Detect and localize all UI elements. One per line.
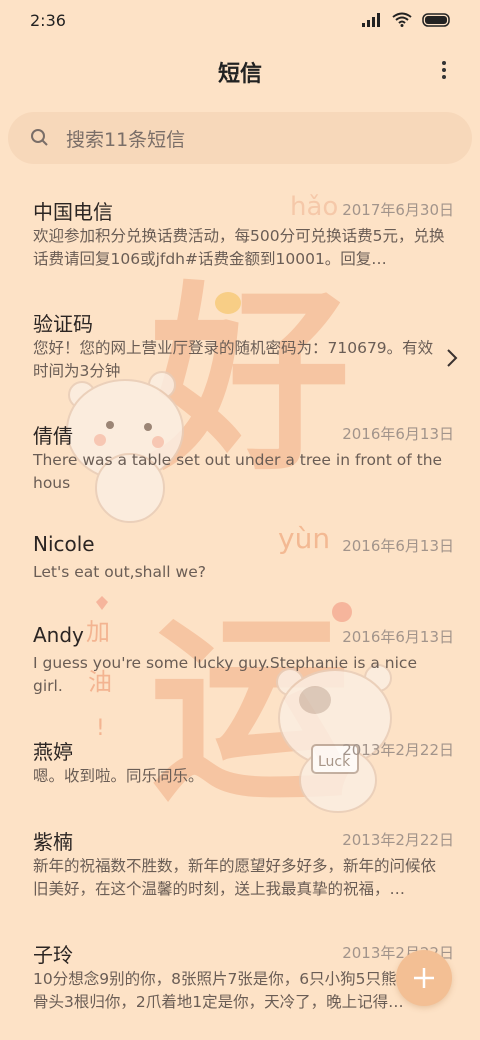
conversation-sender: 倩倩 bbox=[33, 424, 73, 448]
conversation-date: 2013年2月22日 bbox=[342, 741, 454, 759]
conversation-item[interactable]: 中国电信 2017年6月30日 欢迎参加积分兑换话费活动，每500分可兑换话费5… bbox=[0, 178, 480, 288]
conversation-date: 2016年6月13日 bbox=[342, 425, 454, 443]
search-bar[interactable]: 搜索11条短信 bbox=[8, 112, 472, 164]
conversation-item[interactable]: Andy 2016年6月13日 I guess you're some luck… bbox=[0, 605, 480, 715]
conversation-date: 2013年2月22日 bbox=[342, 831, 454, 849]
search-icon bbox=[31, 129, 48, 146]
conversation-sender: 紫楠 bbox=[33, 830, 73, 854]
status-time: 2:36 bbox=[30, 11, 66, 30]
new-message-button[interactable] bbox=[396, 950, 452, 1006]
conversation-preview: 您好！您的网上营业厅登录的随机密码为：710679。有效时间为3分钟 bbox=[33, 339, 434, 380]
wifi-icon bbox=[392, 12, 412, 27]
conversation-preview: 欢迎参加积分兑换话费活动，每500分可兑换话费5元，兑换话费请回复106或jfd… bbox=[33, 227, 445, 268]
more-dot-icon bbox=[442, 68, 446, 72]
conversation-sender: 子玲 bbox=[33, 943, 73, 967]
conversation-item[interactable]: 紫楠 2013年2月22日 新年的祝福数不胜数，新年的愿望好多好多，新年的问候依… bbox=[0, 808, 480, 918]
conversation-preview: Let's eat out,shall we? bbox=[33, 563, 206, 581]
status-icons bbox=[362, 12, 452, 27]
conversation-date: 2016年6月13日 bbox=[342, 537, 454, 555]
conversation-sender: Andy bbox=[33, 623, 84, 647]
conversation-sender: 燕婷 bbox=[33, 740, 73, 764]
more-options-button[interactable] bbox=[434, 58, 454, 84]
chevron-right-icon[interactable] bbox=[446, 348, 458, 368]
status-bar: 2:36 bbox=[0, 0, 480, 44]
signal-icon bbox=[362, 12, 380, 27]
conversation-date: 2016年6月13日 bbox=[342, 628, 454, 646]
more-dot-icon bbox=[442, 61, 446, 65]
app-header: 短信 bbox=[0, 44, 480, 100]
conversation-sender: Nicole bbox=[33, 532, 95, 556]
search-input[interactable]: 搜索11条短信 bbox=[66, 125, 185, 152]
conversation-sender: 验证码 bbox=[33, 312, 93, 336]
conversation-item[interactable]: 倩倩 2016年6月13日 There was a table set out … bbox=[0, 402, 480, 512]
conversation-sender: 中国电信 bbox=[33, 200, 113, 224]
conversation-date: 2017年6月30日 bbox=[342, 201, 454, 219]
conversation-preview: 新年的祝福数不胜数，新年的愿望好多好多，新年的问候依旧美好，在这个温馨的时刻，送… bbox=[33, 857, 437, 898]
battery-icon bbox=[422, 12, 450, 27]
page-title: 短信 bbox=[217, 62, 262, 87]
conversation-preview: 嗯。收到啦。同乐同乐。 bbox=[33, 767, 204, 785]
conversation-item[interactable]: 验证码 您好！您的网上营业厅登录的随机密码为：710679。有效时间为3分钟 bbox=[0, 290, 480, 400]
conversation-preview: 10分想念9别的你，8张照片7张是你，6只小狗5只熊，4根骨头3根归你，2爪着地… bbox=[33, 970, 438, 1011]
plus-icon bbox=[414, 968, 434, 988]
conversation-preview: There was a table set out under a tree i… bbox=[33, 451, 443, 492]
more-dot-icon bbox=[442, 75, 446, 79]
conversation-preview: I guess you're some lucky guy.Stephanie … bbox=[33, 654, 417, 695]
